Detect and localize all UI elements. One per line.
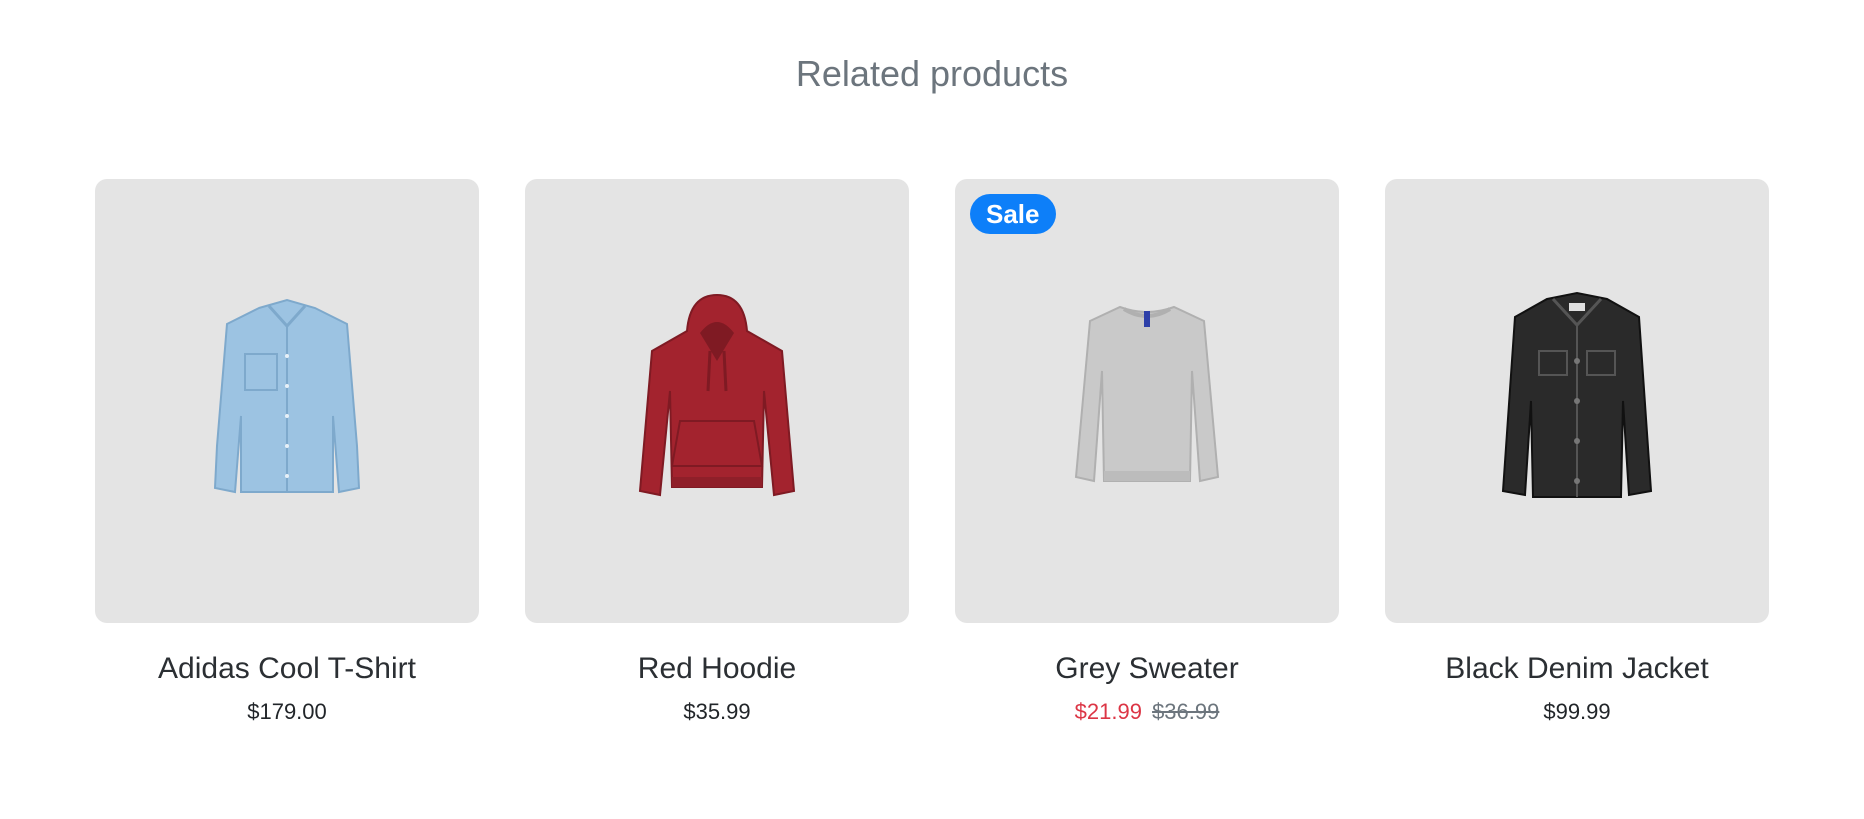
product-price-row: $21.99 $36.99 — [1075, 697, 1220, 727]
product-image-container[interactable]: Sale — [955, 179, 1339, 623]
product-name[interactable]: Grey Sweater — [1055, 649, 1238, 689]
grey-sweater-image — [1074, 305, 1220, 483]
sale-price: $21.99 — [1074, 699, 1142, 724]
product-image-container[interactable] — [95, 179, 479, 623]
product-image-container[interactable] — [525, 179, 909, 623]
product-image-container[interactable] — [1385, 179, 1769, 623]
product-name[interactable]: Adidas Cool T-Shirt — [158, 649, 416, 689]
product-card[interactable]: Black Denim Jacket $99.99 — [1385, 179, 1769, 727]
black-denim-jacket-image — [1501, 291, 1653, 498]
product-name[interactable]: Red Hoodie — [638, 649, 796, 689]
product-grid: Adidas Cool T-Shirt $179.00 Red Hoodie $… — [95, 179, 1769, 727]
product-name[interactable]: Black Denim Jacket — [1445, 649, 1708, 689]
product-price: $179.00 — [247, 699, 327, 724]
product-price-row: $99.99 — [1543, 697, 1610, 727]
original-price: $36.99 — [1152, 699, 1220, 724]
product-card[interactable]: Sale Grey Sweater $21.99 $36.99 — [955, 179, 1339, 727]
product-price: $99.99 — [1543, 699, 1611, 724]
product-price: $35.99 — [683, 699, 751, 724]
section-title: Related products — [795, 53, 1069, 94]
red-hoodie-image — [638, 293, 796, 497]
product-price-row: $179.00 — [247, 697, 327, 727]
product-card[interactable]: Adidas Cool T-Shirt $179.00 — [95, 179, 479, 727]
denim-shirt-image — [213, 298, 361, 494]
product-card[interactable]: Red Hoodie $35.99 — [525, 179, 909, 727]
sale-badge: Sale — [970, 194, 1056, 234]
product-price-row: $35.99 — [683, 697, 750, 727]
